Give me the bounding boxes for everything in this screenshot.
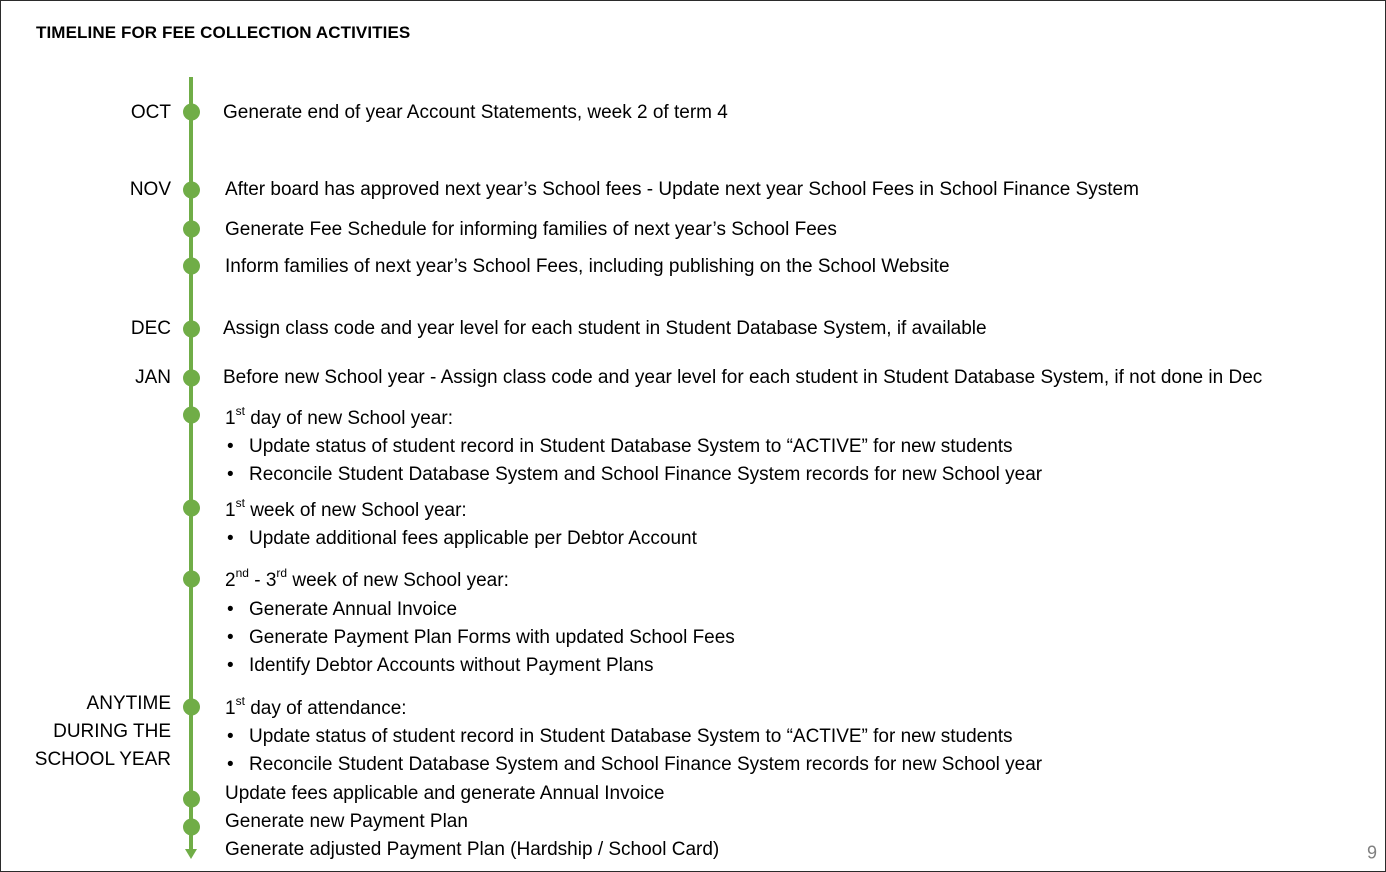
month-label-anytime-line1: ANYTIME: [86, 693, 171, 714]
month-label-oct: OCT: [130, 102, 171, 123]
timeline-dot: [183, 103, 200, 121]
month-label-dec: DEC: [130, 318, 171, 339]
slide: TIMELINE FOR FEE COLLECTION ACTIVITIES O…: [0, 0, 1386, 872]
timeline-dot: [183, 818, 200, 836]
entry-second-third-week-heading: 2nd - 3rd week of new School year:: [225, 567, 509, 595]
timeline-dot: [183, 257, 200, 275]
timeline-dot: [183, 570, 200, 588]
entry-first-day-heading: 1st day of new School year:: [225, 405, 453, 433]
entry-nov-update-fees: After board has approved next year’s Sch…: [225, 179, 1139, 200]
timeline-dot: [183, 499, 200, 517]
timeline-dot: [183, 181, 200, 199]
ordinal-suffix: st: [235, 693, 245, 708]
timeline-arrowhead: [185, 849, 197, 859]
ordinal-suffix: st: [235, 403, 245, 418]
heading-text: week of new School year:: [287, 570, 509, 591]
timeline-dot: [183, 790, 200, 808]
page-number: 9: [1366, 842, 1377, 863]
entry-dec-assign-class-code: Assign class code and year level for eac…: [223, 318, 987, 339]
bullet-item: Identify Debtor Accounts without Payment…: [225, 652, 654, 680]
bullet-item: Generate Annual Invoice: [225, 596, 457, 624]
entry-oct-account-statements: Generate end of year Account Statements,…: [223, 102, 728, 123]
entry-nov-fee-schedule: Generate Fee Schedule for informing fami…: [225, 219, 837, 240]
month-label-anytime-line3: SCHOOL YEAR: [34, 749, 171, 770]
range-separator: - 3: [248, 570, 277, 591]
bullet-item: Update status of student record in Stude…: [225, 433, 1013, 461]
entry-nov-inform-families: Inform families of next year’s School Fe…: [225, 256, 950, 277]
month-label-nov: NOV: [129, 179, 171, 200]
bullet-item: Reconcile Student Database System and Sc…: [225, 461, 1042, 489]
timeline-dot: [183, 369, 200, 387]
bullet-item: Update status of student record in Stude…: [225, 723, 1013, 751]
heading-text: day of attendance:: [244, 698, 407, 719]
timeline-dot: [183, 698, 200, 716]
month-label-anytime-line2: DURING THE: [53, 721, 171, 742]
ordinal-number: 1: [225, 698, 236, 719]
entry-new-payment-plan: Generate new Payment Plan: [225, 811, 468, 832]
ordinal-number: 1: [225, 500, 236, 521]
bullet-item: Reconcile Student Database System and Sc…: [225, 751, 1042, 779]
ordinal-suffix: st: [235, 495, 245, 510]
ordinal-number: 1: [225, 408, 236, 429]
ordinal-suffix: nd: [235, 565, 249, 580]
bullet-item: Generate Payment Plan Forms with updated…: [225, 624, 735, 652]
timeline-dot: [183, 406, 200, 424]
heading-text: day of new School year:: [244, 408, 453, 429]
entry-jan-before-new-year: Before new School year - Assign class co…: [223, 367, 1263, 388]
ordinal-suffix: rd: [276, 565, 288, 580]
entry-adjusted-payment-plan: Generate adjusted Payment Plan (Hardship…: [225, 839, 720, 860]
entry-first-week-heading: 1st week of new School year:: [225, 497, 467, 525]
ordinal-number: 2: [225, 570, 236, 591]
entry-update-fees-invoice: Update fees applicable and generate Annu…: [225, 783, 665, 804]
slide-title: TIMELINE FOR FEE COLLECTION ACTIVITIES: [36, 23, 411, 42]
timeline-dot: [183, 220, 200, 238]
bullet-item: Update additional fees applicable per De…: [225, 525, 697, 553]
timeline-dot: [183, 320, 200, 338]
entry-attendance-heading: 1st day of attendance:: [225, 695, 407, 723]
month-label-jan: JAN: [135, 367, 171, 388]
heading-text: week of new School year:: [244, 500, 467, 521]
